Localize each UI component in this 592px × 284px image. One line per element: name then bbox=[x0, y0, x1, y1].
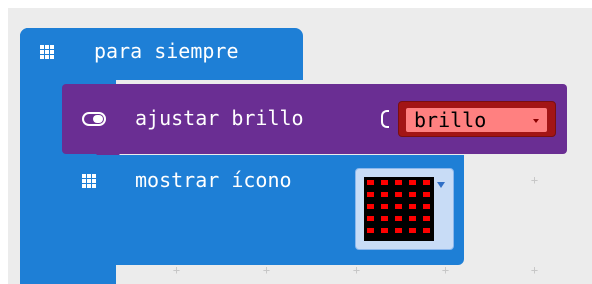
chevron-down-icon[interactable] bbox=[437, 182, 445, 188]
forever-block-foot bbox=[20, 264, 116, 284]
brightness-variable-dropdown[interactable]: brillo bbox=[406, 108, 547, 132]
grid-marker: + bbox=[530, 173, 539, 187]
grid-marker: + bbox=[441, 263, 450, 277]
chevron-down-icon[interactable] bbox=[533, 119, 539, 123]
grid-icon bbox=[40, 45, 54, 59]
led-matrix-preview bbox=[364, 177, 434, 241]
set-brightness-label: ajustar brillo bbox=[135, 106, 304, 130]
grid-marker: + bbox=[172, 263, 181, 277]
grid-marker: + bbox=[262, 263, 271, 277]
toggle-icon bbox=[82, 112, 106, 126]
forever-label: para siempre bbox=[94, 39, 239, 63]
grid-icon bbox=[82, 174, 96, 188]
show-icon-label: mostrar ícono bbox=[135, 168, 292, 192]
grid-marker: + bbox=[352, 263, 361, 277]
input-connector-icon bbox=[381, 110, 389, 128]
grid-marker: + bbox=[530, 263, 539, 277]
